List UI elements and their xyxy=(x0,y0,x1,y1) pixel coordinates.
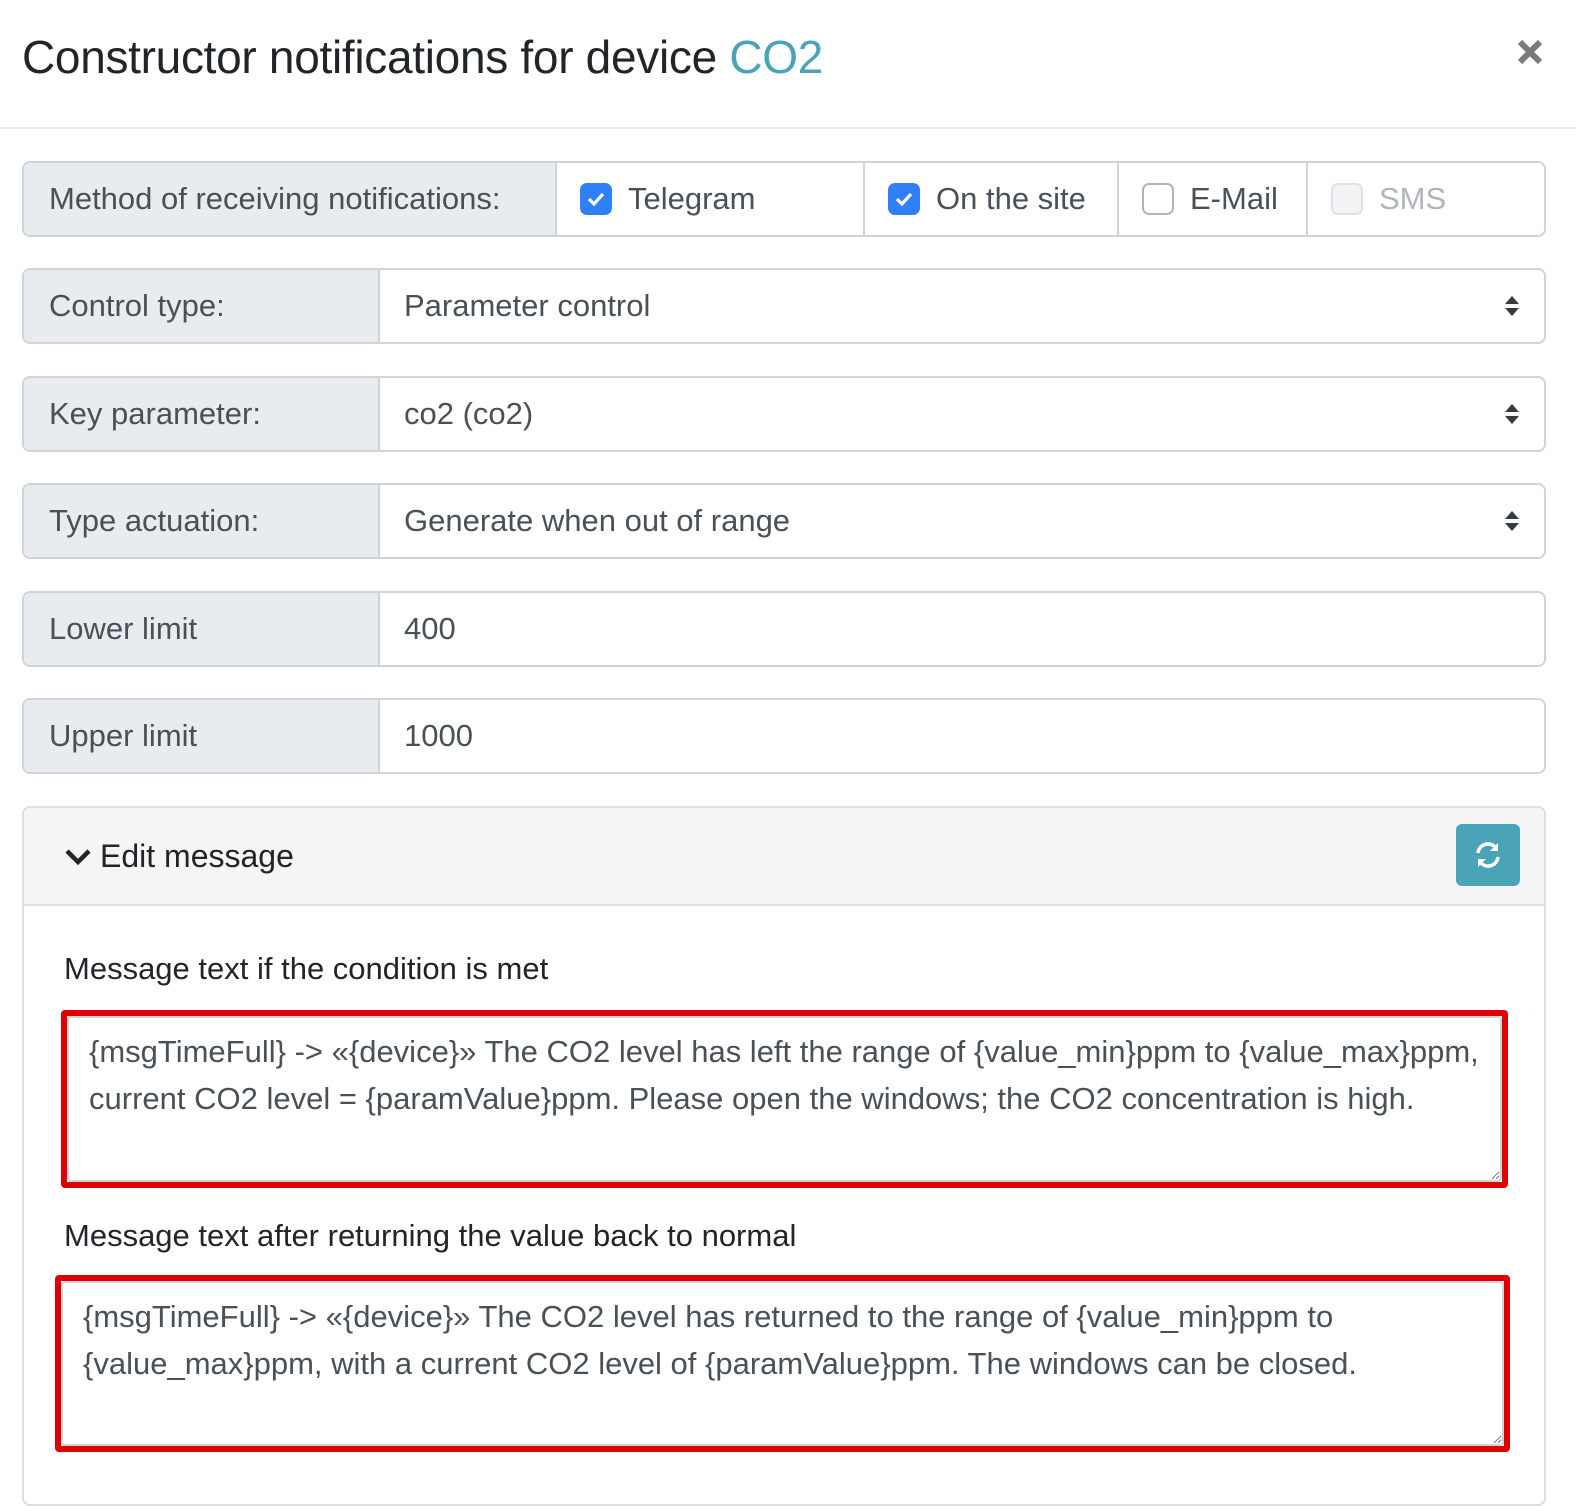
edit-message-header: Edit message xyxy=(24,808,1544,906)
lower-limit-value: 400 xyxy=(404,611,456,646)
key-parameter-label: Key parameter: xyxy=(24,378,380,450)
type-actuation-value: Generate when out of range xyxy=(404,503,791,538)
check-icon xyxy=(895,192,913,206)
close-icon xyxy=(1517,39,1543,65)
upper-limit-row: Upper limit 1000 xyxy=(22,698,1546,774)
edit-message-toggle[interactable]: Edit message xyxy=(64,838,294,875)
upper-limit-label: Upper limit xyxy=(24,700,380,772)
method-email[interactable]: E-Mail xyxy=(1119,163,1308,235)
upper-limit-value: 1000 xyxy=(404,718,473,753)
modal-title-prefix: Constructor notifications for device xyxy=(22,31,717,83)
control-type-select[interactable]: Parameter control xyxy=(380,270,1544,342)
notification-method-row: Method of receiving notifications: Teleg… xyxy=(22,161,1546,237)
control-type-row: Control type: Parameter control xyxy=(22,268,1546,344)
telegram-label: Telegram xyxy=(628,181,756,216)
condition-met-highlight: {msgTimeFull} -> «{device}» The CO2 leve… xyxy=(61,1010,1508,1188)
select-arrows-icon xyxy=(1505,511,1519,531)
condition-met-textarea[interactable]: {msgTimeFull} -> «{device}» The CO2 leve… xyxy=(67,1016,1502,1182)
sms-label: SMS xyxy=(1379,181,1447,216)
back-to-normal-highlight: {msgTimeFull} -> «{device}» The CO2 leve… xyxy=(55,1275,1510,1452)
back-to-normal-textarea[interactable]: {msgTimeFull} -> «{device}» The CO2 leve… xyxy=(61,1281,1504,1446)
type-actuation-label: Type actuation: xyxy=(24,485,380,557)
control-type-value: Parameter control xyxy=(404,288,651,323)
method-telegram[interactable]: Telegram xyxy=(557,163,865,235)
key-parameter-row: Key parameter: co2 (co2) xyxy=(22,376,1546,452)
type-actuation-row: Type actuation: Generate when out of ran… xyxy=(22,483,1546,559)
key-parameter-select[interactable]: co2 (co2) xyxy=(380,378,1544,450)
email-label: E-Mail xyxy=(1190,181,1278,216)
sms-checkbox xyxy=(1331,183,1363,215)
on-the-site-checkbox[interactable] xyxy=(888,183,920,215)
lower-limit-label: Lower limit xyxy=(24,593,380,665)
back-to-normal-label: Message text after returning the value b… xyxy=(64,1218,797,1253)
notification-method-label: Method of receiving notifications: xyxy=(24,163,557,235)
on-the-site-label: On the site xyxy=(936,181,1086,216)
control-type-label: Control type: xyxy=(24,270,380,342)
edit-message-label: Edit message xyxy=(100,838,294,874)
telegram-checkbox[interactable] xyxy=(580,183,612,215)
refresh-button[interactable] xyxy=(1456,824,1520,886)
check-icon xyxy=(587,192,605,206)
email-checkbox[interactable] xyxy=(1142,183,1174,215)
upper-limit-input[interactable]: 1000 xyxy=(380,700,1544,772)
method-sms: SMS xyxy=(1308,163,1544,235)
type-actuation-select[interactable]: Generate when out of range xyxy=(380,485,1544,557)
lower-limit-row: Lower limit 400 xyxy=(22,591,1546,667)
modal-title: Constructor notifications for device CO2 xyxy=(22,30,823,84)
close-button[interactable] xyxy=(1510,30,1550,74)
device-name: CO2 xyxy=(729,31,824,83)
modal-header: Constructor notifications for device CO2 xyxy=(0,0,1576,129)
key-parameter-value: co2 (co2) xyxy=(404,396,534,431)
method-on-the-site[interactable]: On the site xyxy=(865,163,1119,235)
chevron-down-icon xyxy=(65,848,91,865)
select-arrows-icon xyxy=(1505,296,1519,316)
refresh-icon xyxy=(1476,842,1500,868)
lower-limit-input[interactable]: 400 xyxy=(380,593,1544,665)
condition-met-label: Message text if the condition is met xyxy=(64,951,549,986)
select-arrows-icon xyxy=(1505,404,1519,424)
